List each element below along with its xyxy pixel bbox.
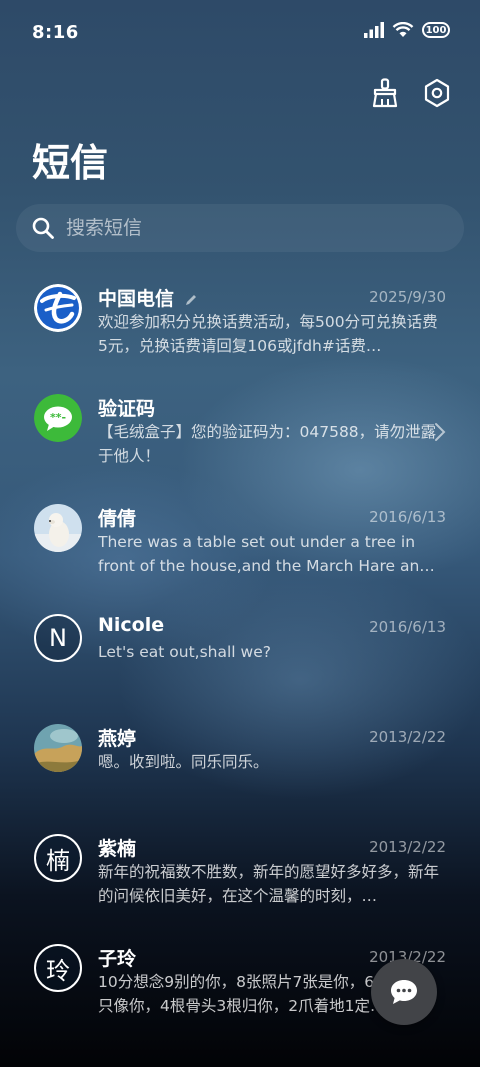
polar-bear-photo-icon xyxy=(34,504,82,552)
status-time: 8:16 xyxy=(32,22,79,43)
message-date: 2013/2/22 xyxy=(369,728,446,746)
message-date: 2025/9/30 xyxy=(369,288,446,306)
landscape-photo-icon xyxy=(34,724,82,772)
china-telecom-logo-icon xyxy=(34,284,82,332)
message-date: 2013/2/22 xyxy=(369,838,446,856)
avatar: N xyxy=(34,614,82,662)
search-icon xyxy=(30,215,56,241)
message-preview: 【毛绒盒子】您的验证码为：047588，请勿泄露于他人！ xyxy=(98,423,437,465)
avatar: 楠 xyxy=(34,834,82,882)
battery-level: 100 xyxy=(425,24,447,36)
conversation-item[interactable]: 倩倩 2016/6/13 There was a table set out u… xyxy=(0,496,480,606)
gear-icon xyxy=(424,78,450,108)
avatar xyxy=(34,724,82,772)
contact-name-text: 中国电信 xyxy=(98,288,175,310)
conversation-item[interactable]: **- 验证码 【毛绒盒子】您的验证码为：047588，请勿泄露于他人！ xyxy=(0,386,480,496)
conversation-item[interactable]: N Nicole 2016/6/13 Let's eat out,shall w… xyxy=(0,606,480,716)
conversation-item[interactable]: 楠 紫楠 2013/2/22 新年的祝福数不胜数，新年的愿望好多好多，新年的问候… xyxy=(0,826,480,936)
signal-icon xyxy=(364,22,384,38)
header-actions xyxy=(370,78,452,108)
chat-bubble-icon xyxy=(391,980,417,1004)
broom-icon xyxy=(372,78,398,108)
contact-name: 燕婷 xyxy=(98,728,137,750)
clean-button[interactable] xyxy=(370,78,400,108)
new-message-button[interactable] xyxy=(371,959,437,1025)
contact-name: Nicole xyxy=(98,614,165,636)
avatar xyxy=(34,504,82,552)
conversation-list: 中国电信 2025/9/30 欢迎参加积分兑换话费活动，每500分可兑换话费5元… xyxy=(0,276,480,1046)
battery-icon: 100 xyxy=(422,22,450,38)
conversation-item[interactable]: 中国电信 2025/9/30 欢迎参加积分兑换话费活动，每500分可兑换话费5元… xyxy=(0,276,480,386)
message-preview: 嗯。收到啦。同乐同乐。 xyxy=(98,753,269,771)
pencil-icon xyxy=(185,294,196,305)
contact-name: 紫楠 xyxy=(98,838,137,860)
contact-name: 验证码 xyxy=(98,398,156,420)
avatar: 玲 xyxy=(34,944,82,992)
search-bar[interactable] xyxy=(16,204,464,252)
message-date: 2016/6/13 xyxy=(369,618,446,636)
status-icons: 100 xyxy=(364,22,450,38)
message-preview: There was a table set out under a tree i… xyxy=(98,533,435,575)
avatar xyxy=(34,284,82,332)
message-preview: 新年的祝福数不胜数，新年的愿望好多好多，新年的问候依旧美好，在这个温馨的时刻，… xyxy=(98,863,440,905)
message-bubble-icon: **- xyxy=(34,394,82,442)
settings-button[interactable] xyxy=(422,78,452,108)
search-input[interactable] xyxy=(64,216,448,240)
chevron-right-icon[interactable] xyxy=(434,422,446,442)
conversation-item[interactable]: 燕婷 2013/2/22 嗯。收到啦。同乐同乐。 xyxy=(0,716,480,826)
contact-name: 中国电信 xyxy=(98,284,197,311)
contact-name: 倩倩 xyxy=(98,508,137,530)
message-date: 2016/6/13 xyxy=(369,508,446,526)
wifi-icon xyxy=(392,22,414,37)
message-preview: Let's eat out,shall we? xyxy=(98,643,271,661)
message-preview: 欢迎参加积分兑换话费活动，每500分可兑换话费5元，兑换话费请回复106或jfd… xyxy=(98,313,438,355)
svg-text:**-: **- xyxy=(50,411,66,424)
page-title: 短信 xyxy=(32,141,109,185)
contact-name: 子玲 xyxy=(98,948,137,970)
avatar: **- xyxy=(34,394,82,442)
status-bar: 8:16 100 xyxy=(0,0,480,64)
